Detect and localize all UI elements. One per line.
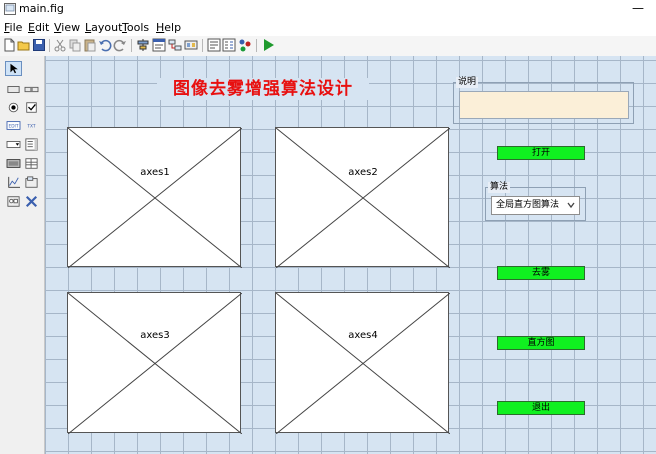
algorithm-popup-menu[interactable]: 全局直方图算法 <box>491 196 580 215</box>
static-text-icon[interactable]: TXT <box>23 118 40 133</box>
menu-help[interactable]: Help <box>156 21 181 34</box>
copy-icon[interactable] <box>68 38 82 52</box>
menu-edit[interactable]: Edit <box>28 21 49 34</box>
toolbar <box>0 36 656 57</box>
axes-2[interactable]: axes2 <box>275 127 450 268</box>
menu-file[interactable]: File <box>4 21 22 34</box>
run-icon[interactable] <box>261 38 275 52</box>
minimize-button[interactable]: — <box>629 1 647 17</box>
figure-title[interactable]: 图像去雾增强算法设计 <box>157 78 369 100</box>
object-browser-icon[interactable] <box>238 38 252 52</box>
toggle-button-icon[interactable] <box>5 156 22 171</box>
checkbox-icon[interactable] <box>23 100 40 115</box>
menu-bar: File Edit View Layout Tools Help <box>0 19 656 36</box>
panel-icon[interactable] <box>23 175 40 190</box>
tab-order-icon[interactable] <box>168 38 182 52</box>
undo-icon[interactable] <box>98 38 112 52</box>
dehaze-button[interactable]: 去雾 <box>497 266 585 280</box>
save-icon[interactable] <box>32 38 46 52</box>
axes-placeholder-cross <box>276 293 450 434</box>
menu-view[interactable]: View <box>54 21 80 34</box>
axes-placeholder-cross <box>276 128 450 268</box>
axes-1-label: axes1 <box>140 167 170 178</box>
axes-4-label: axes4 <box>348 330 378 341</box>
m-file-editor-icon[interactable] <box>207 38 221 52</box>
menu-tools[interactable]: Tools <box>122 21 149 34</box>
component-palette: EDIT TXT <box>0 56 45 454</box>
axes-placeholder-cross <box>68 293 242 434</box>
button-group-icon[interactable] <box>5 194 22 209</box>
edit-text-icon[interactable]: EDIT <box>5 118 22 133</box>
radio-button-icon[interactable] <box>5 100 22 115</box>
axes-4[interactable]: axes4 <box>275 292 450 434</box>
window-title-bar: main.fig — <box>0 0 656 19</box>
description-edit-box[interactable] <box>459 91 629 119</box>
algorithm-panel-title: 算法 <box>488 182 511 193</box>
description-panel[interactable] <box>453 82 634 124</box>
open-folder-icon[interactable] <box>17 38 31 52</box>
open-button[interactable]: 打开 <box>497 146 585 160</box>
exit-button[interactable]: 退出 <box>497 401 585 415</box>
slider-icon[interactable] <box>23 82 40 97</box>
axes-2-label: axes2 <box>348 167 378 178</box>
cut-icon[interactable] <box>53 38 67 52</box>
axes-1[interactable]: axes1 <box>67 127 242 268</box>
description-panel-title: 说明 <box>456 77 479 88</box>
activex-icon[interactable] <box>23 194 40 209</box>
figure-app-icon <box>4 3 16 15</box>
menu-layout[interactable]: Layout <box>85 21 122 34</box>
select-arrow-icon[interactable] <box>5 61 22 76</box>
axes-placeholder-cross <box>68 128 242 268</box>
align-icon[interactable] <box>136 38 150 52</box>
histogram-button[interactable]: 直方图 <box>497 336 585 350</box>
menu-editor-icon[interactable] <box>152 38 166 52</box>
svg-text:EDIT: EDIT <box>9 124 19 130</box>
axes-3-label: axes3 <box>140 330 170 341</box>
algorithm-selected-value: 全局直方图算法 <box>496 200 560 210</box>
toolbar-editor-icon[interactable] <box>184 38 198 52</box>
svg-text:TXT: TXT <box>26 124 36 130</box>
window-title: main.fig <box>19 2 64 15</box>
table-icon[interactable] <box>23 156 40 171</box>
axes-3[interactable]: axes3 <box>67 292 242 434</box>
push-button-icon[interactable] <box>5 82 22 97</box>
axes-icon[interactable] <box>5 175 22 190</box>
new-file-icon[interactable] <box>2 38 16 52</box>
redo-icon[interactable] <box>113 38 127 52</box>
property-inspector-icon[interactable] <box>222 38 236 52</box>
paste-icon[interactable] <box>83 38 97 52</box>
chevron-down-icon <box>567 202 575 209</box>
layout-canvas[interactable]: 图像去雾增强算法设计 axes1 axes2 axes3 axes4 说明 打开… <box>45 56 656 454</box>
listbox-icon[interactable] <box>23 137 40 152</box>
popup-menu-icon[interactable] <box>5 137 22 152</box>
